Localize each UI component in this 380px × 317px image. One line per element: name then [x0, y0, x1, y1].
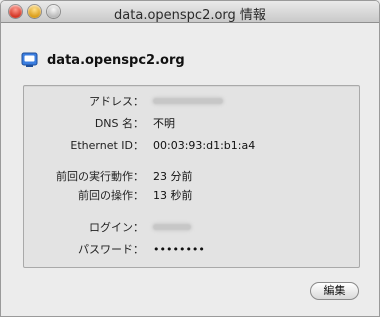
edit-button[interactable]: 編集	[310, 282, 359, 300]
dns-label: DNS 名：	[94, 117, 144, 130]
dns-value: 不明	[153, 117, 175, 130]
password-row: パスワード： ••••••••	[24, 242, 359, 258]
last-op-value: 13 秒前	[153, 189, 193, 202]
host-header: data.openspc2.org	[21, 50, 185, 70]
password-label: パスワード：	[78, 243, 144, 256]
window-title: data.openspc2.org 情報	[114, 8, 266, 23]
host-name: data.openspc2.org	[47, 52, 185, 68]
ethernet-row: Ethernet ID： 00:03:93:d1:b1:a4	[24, 138, 359, 154]
last-op-label: 前回の操作：	[78, 189, 144, 202]
last-op-row: 前回の操作： 13 秒前	[24, 188, 359, 204]
address-row: アドレス：	[24, 94, 359, 110]
server-icon	[21, 52, 38, 68]
ethernet-label: Ethernet ID：	[70, 139, 144, 152]
login-label: ログイン：	[89, 221, 144, 234]
info-window: data.openspc2.org 情報 data.openspc2.org ア…	[0, 0, 380, 317]
password-value: ••••••••	[153, 243, 205, 256]
login-row: ログイン：	[24, 220, 359, 236]
title-bar[interactable]: data.openspc2.org 情報	[1, 1, 379, 23]
last-run-label: 前回の実行動作：	[56, 170, 144, 183]
login-value-redacted	[153, 220, 191, 236]
info-panel: アドレス： DNS 名： 不明 Ethernet ID： 00:03:93:d1…	[23, 85, 360, 268]
last-run-value: 23 分前	[153, 170, 193, 183]
address-label: アドレス：	[89, 95, 144, 108]
last-run-row: 前回の実行動作： 23 分前	[24, 169, 359, 185]
ethernet-value: 00:03:93:d1:b1:a4	[153, 139, 256, 152]
address-value-redacted	[153, 94, 223, 110]
dns-row: DNS 名： 不明	[24, 116, 359, 132]
